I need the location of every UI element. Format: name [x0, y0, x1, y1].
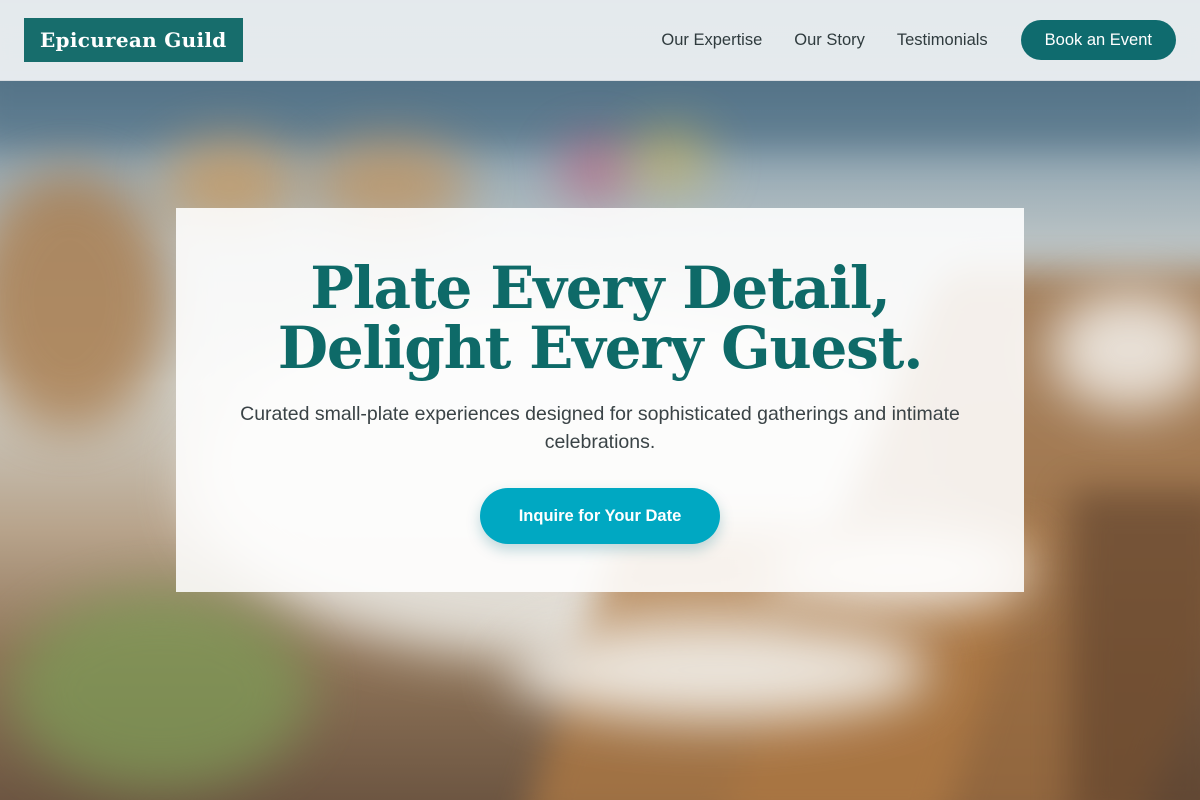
nav-link-testimonials[interactable]: Testimonials [897, 31, 988, 50]
hero-card: Plate Every Detail, Delight Every Guest.… [176, 208, 1024, 592]
main-nav: Our Expertise Our Story Testimonials Boo… [661, 20, 1176, 60]
nav-link-our-expertise[interactable]: Our Expertise [661, 31, 762, 50]
hero-title: Plate Every Detail, Delight Every Guest. [176, 258, 1024, 378]
inquire-button[interactable]: Inquire for Your Date [480, 488, 720, 544]
brand-logo[interactable]: Epicurean Guild [24, 18, 243, 62]
book-event-button[interactable]: Book an Event [1020, 20, 1176, 60]
hero-title-line-2: Delight Every Guest. [277, 314, 924, 382]
hero-subtitle: Curated small-plate experiences designed… [240, 403, 960, 453]
site-header: Epicurean Guild Our Expertise Our Story … [0, 0, 1200, 81]
nav-link-our-story[interactable]: Our Story [794, 31, 865, 50]
hero-title-line-1: Plate Every Detail, [310, 254, 891, 322]
